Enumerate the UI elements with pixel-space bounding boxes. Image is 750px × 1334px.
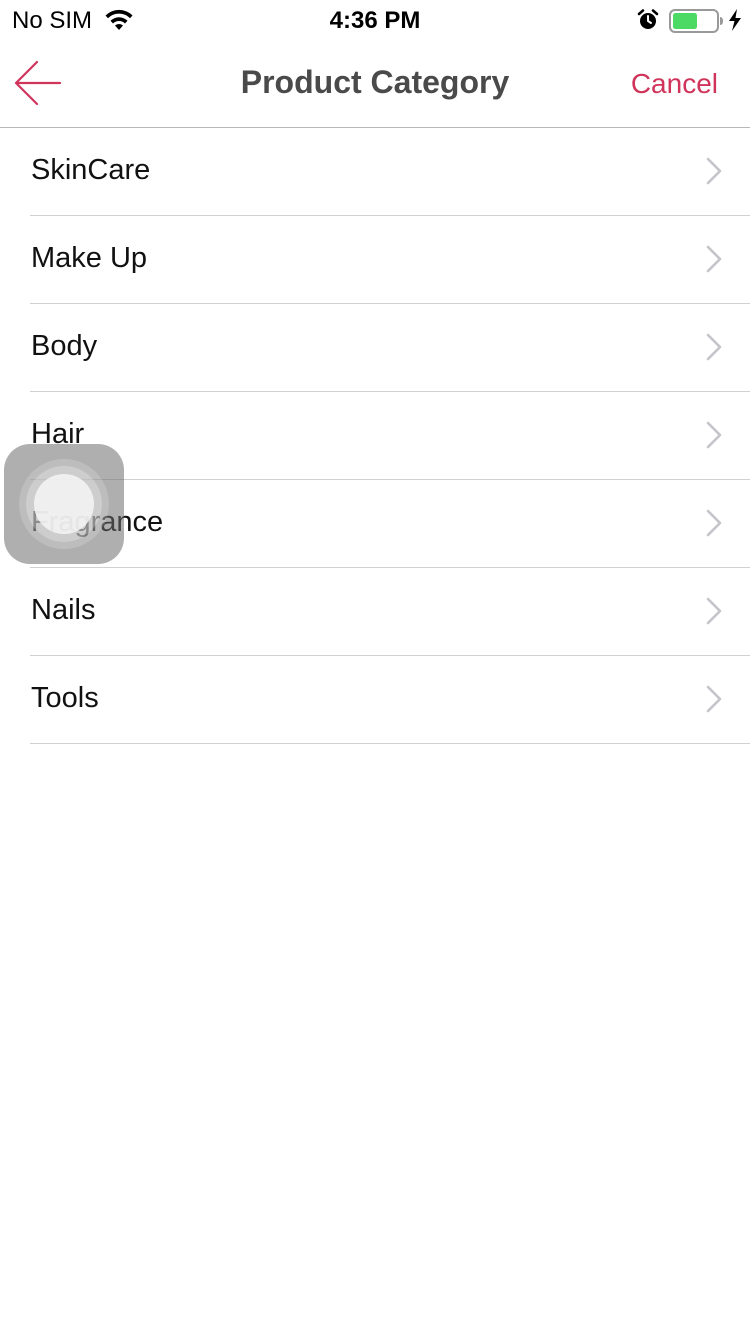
cancel-button[interactable]: Cancel bbox=[631, 68, 718, 100]
category-item-hair[interactable]: Hair bbox=[30, 392, 750, 480]
chevron-right-icon bbox=[706, 685, 722, 713]
category-label: Nails bbox=[31, 594, 96, 626]
category-item-fragrance[interactable]: Fragrance bbox=[30, 480, 750, 568]
category-label: Body bbox=[31, 330, 98, 362]
navigation-bar: Product Category Cancel bbox=[0, 40, 750, 128]
chevron-right-icon bbox=[706, 157, 722, 185]
category-item-skincare[interactable]: SkinCare bbox=[30, 128, 750, 216]
assistive-touch-inner-ring bbox=[34, 474, 94, 534]
chevron-right-icon bbox=[706, 509, 722, 537]
chevron-right-icon bbox=[706, 421, 722, 449]
alarm-icon bbox=[637, 9, 659, 29]
category-item-body[interactable]: Body bbox=[30, 304, 750, 392]
category-label: Make Up bbox=[31, 242, 148, 274]
chevron-right-icon bbox=[706, 245, 722, 273]
category-list: SkinCare Make Up Body Hair Fragrance Nai… bbox=[0, 128, 750, 744]
category-item-tools[interactable]: Tools bbox=[30, 656, 750, 744]
assistive-touch-icon[interactable] bbox=[4, 444, 124, 564]
chevron-right-icon bbox=[706, 333, 722, 361]
category-item-make-up[interactable]: Make Up bbox=[30, 216, 750, 304]
category-item-nails[interactable]: Nails bbox=[30, 568, 750, 656]
battery-icon bbox=[669, 9, 723, 33]
status-bar: No SIM 4:36 PM bbox=[0, 0, 750, 40]
category-label: Tools bbox=[31, 682, 99, 714]
category-label: SkinCare bbox=[31, 154, 151, 186]
charging-bolt-icon bbox=[729, 9, 741, 31]
chevron-right-icon bbox=[706, 597, 722, 625]
screen: No SIM 4:36 PM Product Category Cancel S… bbox=[0, 0, 750, 1334]
